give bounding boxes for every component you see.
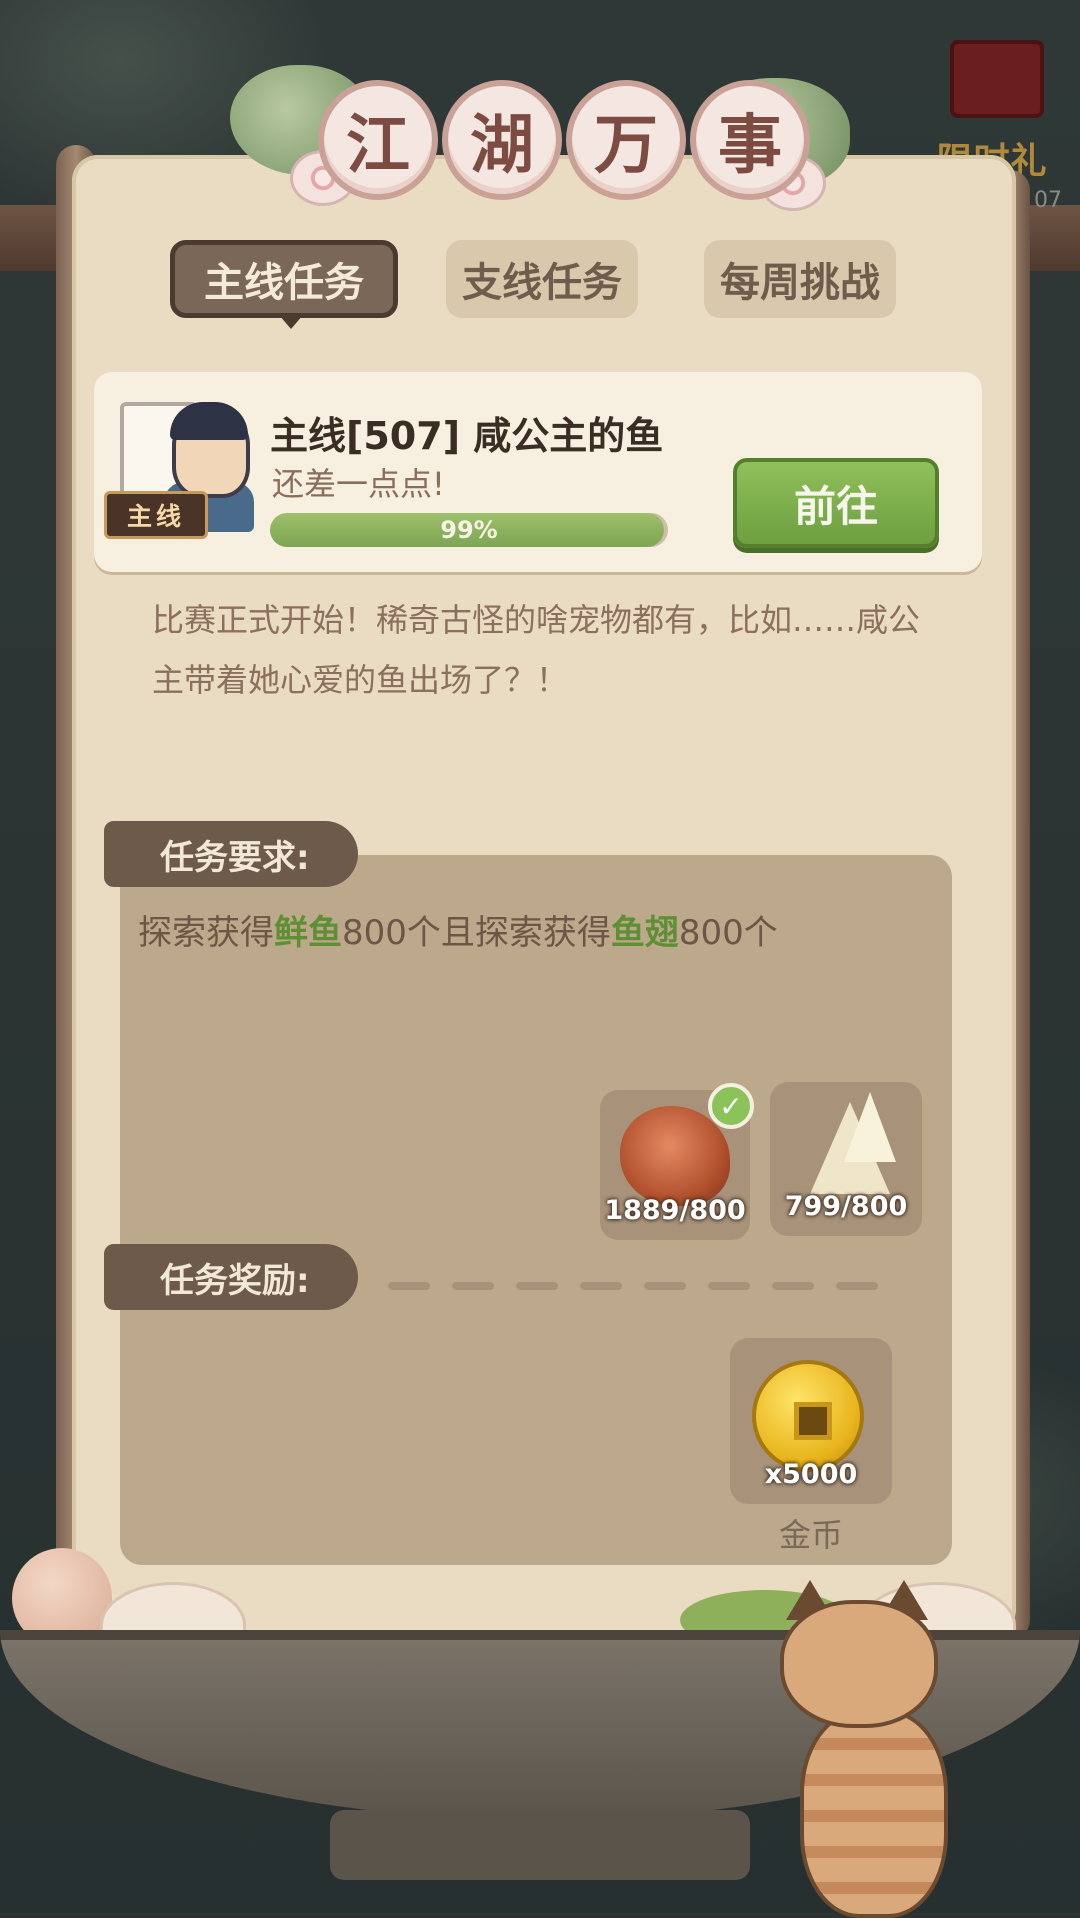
tab-main-quest[interactable]: 主线任务: [170, 240, 398, 329]
progress-text: 99%: [440, 516, 498, 544]
bowl-base: [330, 1810, 750, 1880]
reward-item-gold[interactable]: x5000: [730, 1338, 892, 1504]
reward-label: 金币: [778, 1516, 843, 1554]
rewards-header: 任务奖励:: [104, 1244, 358, 1310]
requirements-header: 任务要求:: [104, 821, 358, 887]
gift-timer: 07: [1034, 188, 1062, 213]
requirement-text: 探索获得鲜鱼800个且探索获得鱼翅800个: [138, 905, 778, 954]
req-highlight-fin: 鱼翅: [610, 913, 679, 953]
title-char: 事: [690, 80, 810, 200]
requirement-item-fin[interactable]: 799/800: [770, 1082, 922, 1236]
gold-coin-icon: [752, 1360, 864, 1472]
task-subtitle: 还差一点点!: [272, 465, 445, 503]
req-highlight-fish: 鲜鱼: [274, 913, 342, 953]
tab-weekly-challenge[interactable]: 每周挑战: [704, 240, 896, 318]
item-count: 799/800: [784, 1191, 908, 1222]
tab-side-quest[interactable]: 支线任务: [446, 240, 638, 318]
req-text-part: 探索获得: [138, 913, 274, 953]
page-title: 江 湖 万 事: [318, 80, 810, 204]
task-progress-bar: 99%: [270, 513, 668, 547]
req-text-part: 800个且探索获得: [342, 913, 611, 953]
item-count: x5000: [764, 1459, 858, 1490]
task-title: 主线[507] 咸公主的鱼: [270, 414, 664, 458]
title-char: 江: [318, 80, 438, 200]
title-char: 万: [566, 80, 686, 200]
task-description: 比赛正式开始！稀奇古怪的啥宠物都有，比如……咸公主带着她心爱的鱼出场了？！: [152, 601, 921, 699]
title-char: 湖: [442, 80, 562, 200]
gift-box-icon: [950, 40, 1044, 118]
check-icon: ✓: [708, 1083, 754, 1129]
main-quest-tag: 主线: [104, 491, 208, 539]
divider: [388, 1282, 878, 1290]
req-text-part: 800个: [678, 913, 778, 953]
item-count: 1889/800: [604, 1195, 746, 1226]
go-button[interactable]: 前往: [733, 458, 939, 548]
cat-mascot-icon: [770, 1580, 970, 1918]
